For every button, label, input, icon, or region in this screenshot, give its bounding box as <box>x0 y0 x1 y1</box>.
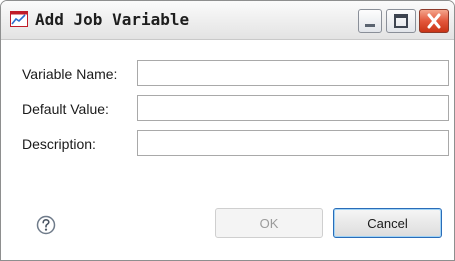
cancel-button[interactable]: Cancel <box>333 208 442 238</box>
dialog-body: Variable Name: Default Value: Descriptio… <box>9 40 449 260</box>
chart-window-icon <box>10 11 28 27</box>
variable-name-label: Variable Name: <box>22 66 118 82</box>
maximize-icon <box>394 14 408 28</box>
cancel-button-label: Cancel <box>367 215 408 231</box>
ok-button[interactable]: OK <box>215 208 323 238</box>
dialog-title: Add Job Variable <box>35 10 190 29</box>
default-value-input[interactable] <box>137 95 449 121</box>
close-button[interactable] <box>419 9 449 33</box>
description-input[interactable] <box>137 130 449 156</box>
description-label: Description: <box>22 136 96 152</box>
close-icon <box>427 13 441 29</box>
minimize-button[interactable] <box>358 9 382 33</box>
help-icon[interactable] <box>36 215 56 235</box>
title-bar[interactable]: Add Job Variable <box>1 1 454 40</box>
maximize-button[interactable] <box>386 9 416 33</box>
default-value-label: Default Value: <box>22 101 109 117</box>
minimize-icon <box>365 24 375 27</box>
add-job-variable-dialog: Add Job Variable Variable Name: Default … <box>0 0 455 261</box>
variable-name-input[interactable] <box>137 60 449 86</box>
ok-button-label: OK <box>259 215 279 231</box>
